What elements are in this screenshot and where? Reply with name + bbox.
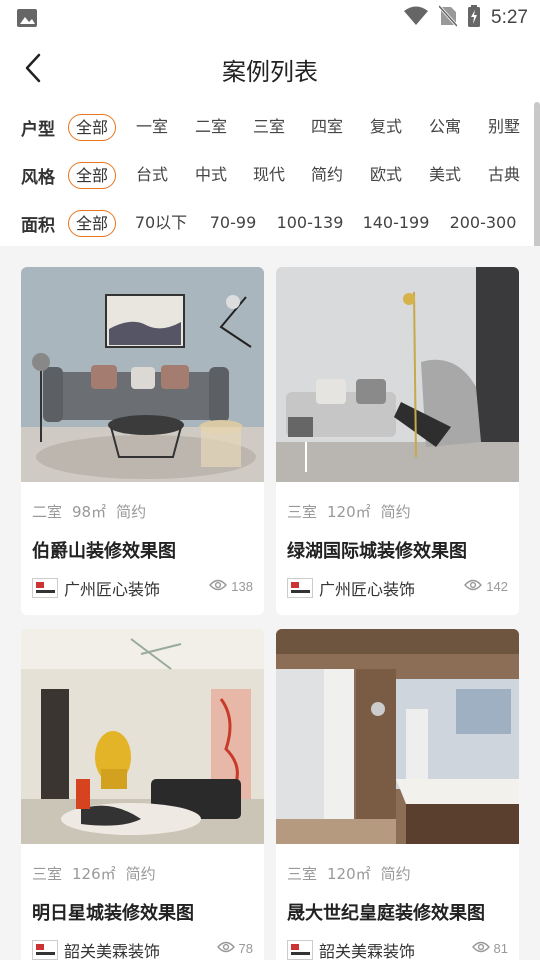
case-style: 简约 xyxy=(380,503,411,521)
filter-option[interactable]: 二室 xyxy=(191,114,231,141)
case-area: 120㎡ xyxy=(327,503,371,521)
view-count: 81 xyxy=(471,941,508,956)
eye-icon xyxy=(209,579,231,594)
case-title: 绿湖国际城装修效果图 xyxy=(287,541,467,562)
filter-option[interactable]: 70以下 xyxy=(133,210,189,237)
eye-icon xyxy=(216,941,239,956)
case-image xyxy=(276,629,519,844)
filter-option[interactable]: 欧式 xyxy=(366,162,406,189)
view-count: 78 xyxy=(216,941,253,956)
filter-option[interactable]: 全部 xyxy=(68,114,116,141)
case-rooms: 二室 xyxy=(32,503,63,521)
case-title: 明日星城装修效果图 xyxy=(32,903,194,924)
filter-row-area: 面积 全部 70以下 70-99 100-139 140-199 200-300 xyxy=(0,198,540,246)
company-name: 广州匠心装饰 xyxy=(64,580,161,599)
case-rooms: 三室 xyxy=(287,865,318,883)
view-count-value: 81 xyxy=(493,941,508,956)
case-meta: 三室 120㎡ 简约 xyxy=(287,863,421,884)
case-rooms: 三室 xyxy=(287,503,318,521)
filter-option[interactable]: 美式 xyxy=(425,162,465,189)
eye-icon xyxy=(464,579,486,594)
filter-option[interactable]: 现代 xyxy=(249,162,289,189)
case-card[interactable]: 三室 120㎡ 简约 绿湖国际城装修效果图 广州匠心装饰 142 xyxy=(276,267,519,615)
company-logo xyxy=(32,578,58,598)
case-list: 二室 98㎡ 简约 伯爵山装修效果图 广州匠心装饰 138 三室 120㎡ 简约… xyxy=(0,246,540,960)
filter-option[interactable]: 中式 xyxy=(191,162,231,189)
filter-option[interactable]: 140-199 xyxy=(362,210,430,237)
view-count: 138 xyxy=(209,579,253,594)
company[interactable]: 广州匠心装饰 xyxy=(287,577,415,599)
filter-option[interactable]: 100-139 xyxy=(276,210,344,237)
filter-option[interactable]: 古典 xyxy=(484,162,524,189)
filter-option[interactable]: 复式 xyxy=(366,114,406,141)
no-sim-icon xyxy=(437,4,459,31)
filter-option[interactable]: 200-300 xyxy=(448,210,518,237)
app-header: 案例列表 xyxy=(0,36,540,102)
case-area: 98㎡ xyxy=(72,503,107,521)
case-area: 120㎡ xyxy=(327,865,371,883)
case-style: 简约 xyxy=(380,865,411,883)
company-name: 广州匠心装饰 xyxy=(319,580,416,599)
case-image xyxy=(21,629,264,844)
status-time: 5:27 xyxy=(491,7,528,28)
filter-option[interactable]: 简约 xyxy=(307,162,347,189)
filter-option[interactable]: 别墅 xyxy=(484,114,524,141)
filter-option[interactable]: 全部 xyxy=(68,162,116,189)
company[interactable]: 韶关美霖装饰 xyxy=(32,939,160,960)
case-rooms: 三室 xyxy=(32,865,63,883)
page-title: 案例列表 xyxy=(222,58,318,86)
case-area: 126㎡ xyxy=(72,865,116,883)
company[interactable]: 广州匠心装饰 xyxy=(32,577,160,599)
case-card[interactable]: 二室 98㎡ 简约 伯爵山装修效果图 广州匠心装饰 138 xyxy=(21,267,264,615)
case-card[interactable]: 三室 120㎡ 简约 晟大世纪皇庭装修效果图 韶关美霖装饰 81 xyxy=(276,629,519,960)
filter-option[interactable]: 70-99 xyxy=(205,210,261,237)
case-image xyxy=(276,267,519,482)
view-count-value: 138 xyxy=(231,579,253,594)
case-meta: 三室 126㎡ 简约 xyxy=(32,863,166,884)
filter-option[interactable]: 台式 xyxy=(132,162,172,189)
image-icon xyxy=(16,8,38,28)
eye-icon xyxy=(471,941,494,956)
filter-label: 面积 xyxy=(21,216,55,236)
battery-charging-icon xyxy=(467,5,481,31)
case-meta: 二室 98㎡ 简约 xyxy=(32,501,156,522)
company-logo xyxy=(287,940,313,960)
company-name: 韶关美霖装饰 xyxy=(319,942,416,960)
view-count: 142 xyxy=(464,579,508,594)
company[interactable]: 韶关美霖装饰 xyxy=(287,939,415,960)
case-image xyxy=(21,267,264,482)
filter-label: 风格 xyxy=(21,168,55,188)
case-style: 简约 xyxy=(116,503,147,521)
case-card[interactable]: 三室 126㎡ 简约 明日星城装修效果图 韶关美霖装饰 78 xyxy=(21,629,264,960)
case-title: 伯爵山装修效果图 xyxy=(32,541,176,562)
filter-panel: 户型 全部 一室 二室 三室 四室 复式 公寓 别墅 风格 全部 台式 中式 现… xyxy=(0,102,540,246)
view-count-value: 78 xyxy=(238,941,253,956)
company-logo xyxy=(287,578,313,598)
filter-row-rooms: 户型 全部 一室 二室 三室 四室 复式 公寓 别墅 xyxy=(0,102,540,150)
filter-row-style: 风格 全部 台式 中式 现代 简约 欧式 美式 古典 xyxy=(0,150,540,198)
filter-option[interactable]: 一室 xyxy=(132,114,172,141)
view-count-value: 142 xyxy=(486,579,508,594)
company-logo xyxy=(32,940,58,960)
company-name: 韶关美霖装饰 xyxy=(64,942,161,960)
wifi-icon xyxy=(403,6,429,30)
case-meta: 三室 120㎡ 简约 xyxy=(287,501,421,522)
filter-label: 户型 xyxy=(21,120,55,140)
filter-option[interactable]: 四室 xyxy=(307,114,347,141)
filter-option[interactable]: 全部 xyxy=(68,210,116,237)
case-style: 简约 xyxy=(125,865,156,883)
filter-option[interactable]: 公寓 xyxy=(425,114,465,141)
status-bar: 5:27 xyxy=(0,0,540,36)
filter-option[interactable]: 三室 xyxy=(249,114,289,141)
case-title: 晟大世纪皇庭装修效果图 xyxy=(287,903,485,924)
